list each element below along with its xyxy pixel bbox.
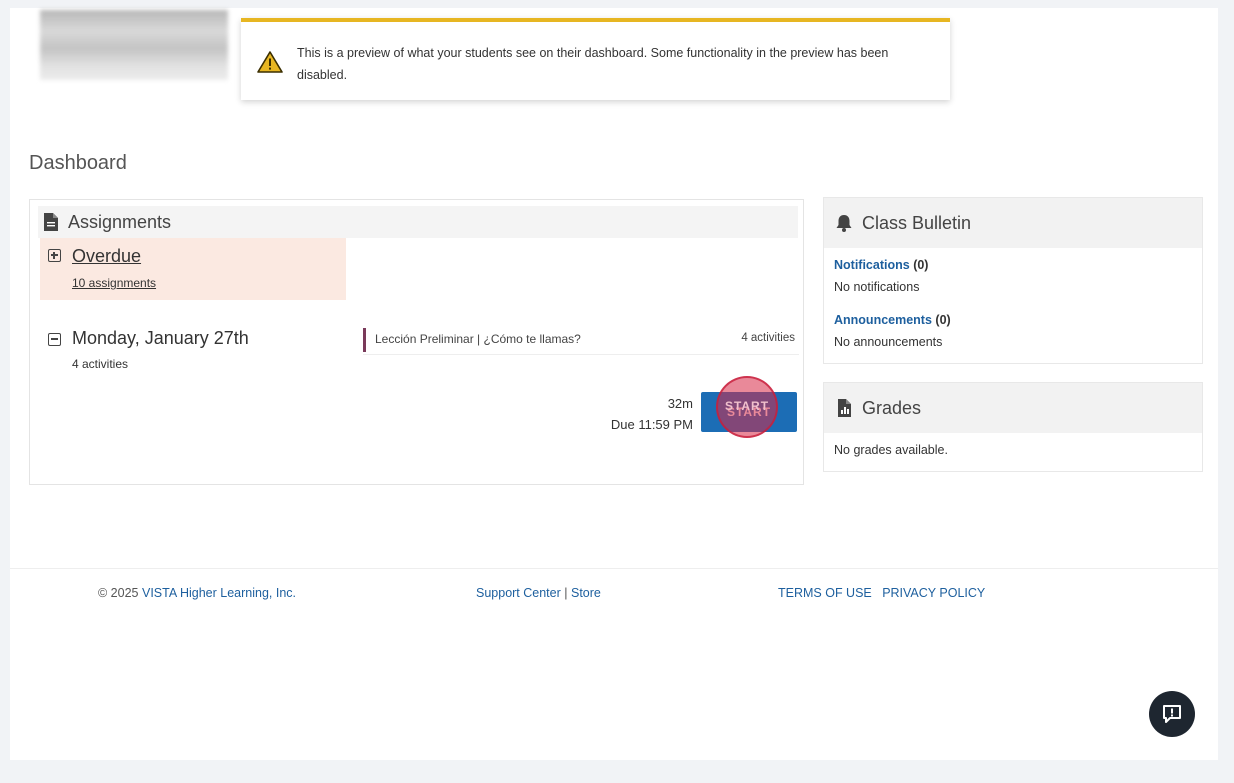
expand-plus-icon[interactable] xyxy=(48,249,61,262)
announcements-line: Announcements (0) xyxy=(834,313,951,327)
preview-notice: This is a preview of what your students … xyxy=(241,18,950,100)
school-logo xyxy=(40,10,228,80)
chat-help-icon xyxy=(1163,705,1181,723)
notifications-empty: No notifications xyxy=(834,280,920,294)
document-icon xyxy=(44,213,58,231)
lesson-color-bar xyxy=(363,328,366,352)
footer-legal: TERMS OF USE PRIVACY POLICY xyxy=(778,586,985,600)
day-title: Monday, January 27th xyxy=(72,328,249,348)
notifications-link[interactable]: Notifications xyxy=(834,258,910,272)
page-title: Dashboard xyxy=(29,152,127,174)
announcements-count: (0) xyxy=(935,313,951,327)
due-time: Due 11:59 PM xyxy=(610,417,693,432)
class-bulletin-card: Class Bulletin Notifications (0) No noti… xyxy=(823,197,1203,364)
help-chat-button[interactable] xyxy=(1149,691,1195,737)
assignments-header: Assignments xyxy=(38,206,798,238)
grades-empty: No grades available. xyxy=(834,443,948,457)
terms-link[interactable]: TERMS OF USE xyxy=(778,586,872,600)
notifications-count: (0) xyxy=(913,258,929,272)
footer-copyright: © 2025 VISTA Higher Learning, Inc. xyxy=(98,586,296,600)
grades-header: Grades xyxy=(824,383,1202,433)
day-activity-count: 4 activities xyxy=(72,357,129,371)
assignments-panel: Assignments Overdue 10 assignments Monda… xyxy=(29,199,804,485)
duration: 32m xyxy=(667,396,693,411)
privacy-link[interactable]: PRIVACY POLICY xyxy=(882,586,985,600)
overdue-link[interactable]: Overdue xyxy=(72,246,141,267)
store-link[interactable]: Store xyxy=(571,586,601,600)
class-bulletin-header: Class Bulletin xyxy=(824,198,1202,248)
grades-title: Grades xyxy=(862,397,922,418)
notifications-line: Notifications (0) xyxy=(834,258,928,272)
start-button[interactable]: START xyxy=(701,392,797,432)
grades-card: Grades No grades available. xyxy=(823,382,1203,472)
company-link[interactable]: VISTA Higher Learning, Inc. xyxy=(142,586,296,600)
announcements-link[interactable]: Announcements xyxy=(834,313,932,327)
copyright-text: © 2025 xyxy=(98,586,139,600)
lesson-activity-count: 4 activities xyxy=(741,332,795,344)
footer-support: Support Center | Store xyxy=(476,586,601,600)
lesson-row[interactable]: Lección Preliminar | ¿Cómo te llamas? 4 … xyxy=(363,328,799,355)
footer-separator: | xyxy=(564,586,568,600)
support-center-link[interactable]: Support Center xyxy=(476,586,561,600)
grades-document-icon xyxy=(838,399,851,417)
class-bulletin-title: Class Bulletin xyxy=(862,212,972,233)
announcements-empty: No announcements xyxy=(834,335,943,349)
collapse-minus-icon[interactable] xyxy=(48,333,61,346)
due-info: 32m Due 11:59 PM xyxy=(611,393,693,435)
lesson-name[interactable]: Lección Preliminar | ¿Cómo te llamas? xyxy=(375,332,581,346)
assignments-title: Assignments xyxy=(68,211,172,232)
notice-text: This is a preview of what your students … xyxy=(297,46,889,82)
footer-divider xyxy=(10,568,1218,569)
page: This is a preview of what your students … xyxy=(10,8,1218,760)
warning-triangle-icon xyxy=(257,51,283,73)
overdue-group[interactable]: Overdue 10 assignments xyxy=(40,238,346,300)
overdue-count-link[interactable]: 10 assignments xyxy=(72,276,156,290)
bell-icon xyxy=(836,215,852,232)
